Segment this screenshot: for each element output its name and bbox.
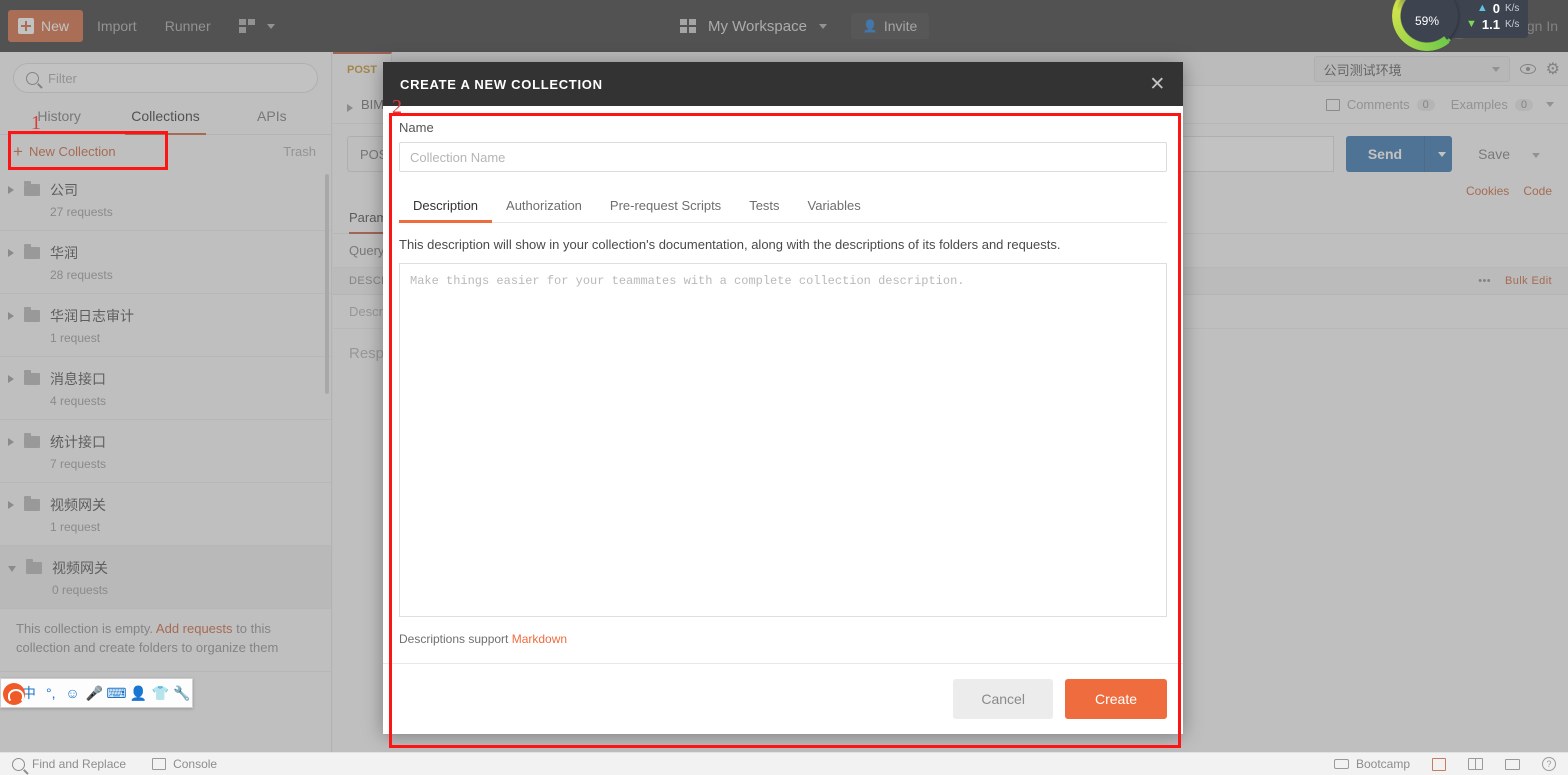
status-bar-left: Find and Replace Console: [12, 757, 217, 771]
upload-unit: K/s: [1504, 2, 1520, 14]
close-icon[interactable]: ✕: [1149, 73, 1166, 96]
punctuation-icon[interactable]: °,: [41, 685, 61, 701]
cpu-gauge: 59%: [1392, 0, 1462, 51]
bootcamp-label: Bootcamp: [1355, 757, 1410, 771]
two-pane-layout-icon[interactable]: [1432, 757, 1446, 771]
modal-body: Name Description Authorization Pre-reque…: [383, 106, 1183, 663]
markdown-link[interactable]: Markdown: [512, 632, 567, 646]
voice-input-icon[interactable]: 🎤: [84, 685, 104, 702]
tab-variables[interactable]: Variables: [794, 191, 875, 222]
markdown-note: Descriptions support Markdown: [399, 622, 1167, 663]
find-and-replace-label: Find and Replace: [32, 757, 127, 771]
user-icon[interactable]: 👤: [129, 685, 149, 702]
status-bar-right: Bootcamp ?: [1333, 757, 1556, 771]
download-rate-row: ▼ 1.1 K/s: [1466, 17, 1519, 32]
description-help-text: This description will show in your colle…: [399, 237, 1061, 252]
modal-title: CREATE A NEW COLLECTION: [400, 76, 603, 92]
percent-symbol: %: [1428, 13, 1440, 28]
search-icon: [12, 757, 25, 771]
cancel-button[interactable]: Cancel: [953, 679, 1053, 719]
terminal-icon: [152, 758, 167, 770]
arrow-down-icon: ▼: [1466, 18, 1477, 30]
create-button[interactable]: Create: [1064, 679, 1167, 719]
ime-toolbar[interactable]: 中 °, ☺ 🎤 ⌨ 👤 👕 🔧: [0, 678, 193, 708]
keyboard-shortcuts-icon[interactable]: [1505, 758, 1520, 770]
graduation-cap-icon: [1333, 759, 1349, 769]
network-monitor-widget[interactable]: 59% ▲ 0 K/s ▼ 1.1 K/s: [1392, 0, 1568, 51]
collection-name-input[interactable]: [399, 142, 1167, 172]
tab-description[interactable]: Description: [399, 191, 493, 223]
markdown-note-pre: Descriptions support: [399, 632, 512, 646]
download-unit: K/s: [1504, 18, 1520, 30]
name-field-label: Name: [399, 120, 434, 135]
gauge-percent-value: 59: [1414, 13, 1429, 28]
help-icon[interactable]: ?: [1542, 757, 1556, 771]
modal-footer: Cancel Create: [383, 663, 1183, 734]
upload-value: 0: [1492, 0, 1500, 16]
soft-keyboard-icon[interactable]: ⌨: [106, 685, 126, 702]
status-bar: Find and Replace Console Bootcamp ?: [0, 752, 1568, 775]
arrow-up-icon: ▲: [1476, 2, 1488, 14]
gauge-percent: 59%: [1415, 1, 1439, 32]
tab-pre-request-scripts[interactable]: Pre-request Scripts: [596, 191, 735, 222]
skin-icon[interactable]: 👕: [150, 685, 170, 702]
emoji-icon[interactable]: ☺: [63, 685, 83, 701]
modal-header: CREATE A NEW COLLECTION ✕: [383, 62, 1183, 106]
app-root: New Import Runner My Workspace 👤 Invite …: [0, 0, 1568, 775]
find-and-replace-button[interactable]: Find and Replace: [12, 757, 126, 771]
upload-rate-row: ▲ 0 K/s: [1466, 0, 1520, 16]
description-textarea[interactable]: [399, 263, 1167, 617]
create-collection-modal: CREATE A NEW COLLECTION ✕ Name Descripti…: [383, 62, 1183, 734]
tab-authorization[interactable]: Authorization: [492, 191, 596, 222]
console-label: Console: [173, 757, 218, 771]
sogou-logo-icon[interactable]: [3, 683, 25, 705]
settings-wrench-icon[interactable]: 🔧: [172, 685, 192, 702]
split-layout-icon[interactable]: [1468, 758, 1483, 770]
bootcamp-button[interactable]: Bootcamp: [1333, 757, 1410, 771]
console-button[interactable]: Console: [152, 757, 217, 771]
download-value: 1.1: [1481, 16, 1500, 32]
tab-tests[interactable]: Tests: [735, 191, 793, 222]
modal-tabs: Description Authorization Pre-request Sc…: [399, 191, 1167, 223]
